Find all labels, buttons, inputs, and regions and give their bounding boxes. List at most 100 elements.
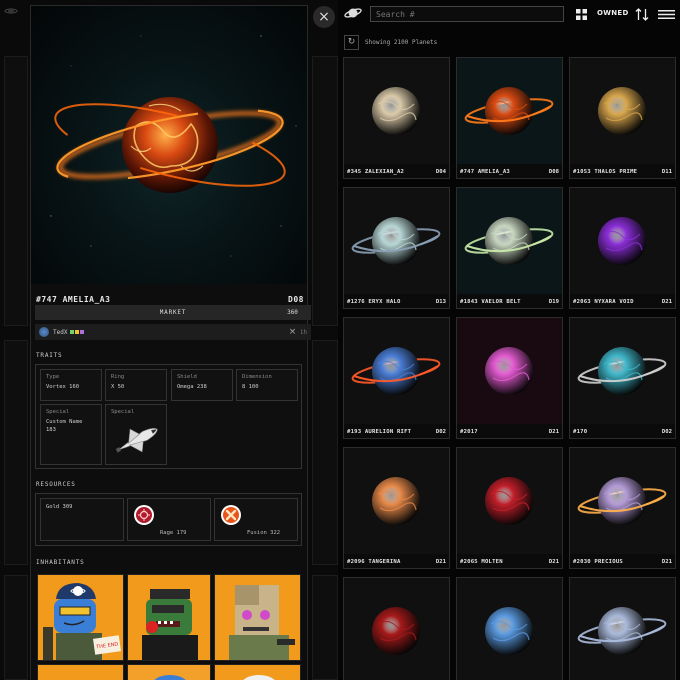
sort-icon[interactable] [635,8,649,21]
planet-card-label: #2017 [460,429,478,435]
planet-card-label: #2096 TANGERINA [347,559,401,565]
fusion-icon [221,505,241,525]
planet-card-label: #2063 NYXARA VOID [573,299,634,305]
inhabitant-card[interactable]: THE END [37,574,124,661]
results-count: Showing 2100 Planets [365,39,438,46]
planet-card-district: D04 [435,169,446,175]
background-card [312,56,338,326]
inhabitant-card[interactable] [214,664,301,680]
planet-image [570,58,675,164]
avatar [39,327,49,337]
planet-card[interactable]: #170 D02 [569,317,676,439]
planet-card[interactable]: #747 AMELIA_A3 D08 [456,57,563,179]
close-button[interactable]: × [313,6,335,28]
planet-image [457,318,562,424]
close-icon: × [318,9,330,25]
grid-icon[interactable] [576,9,587,20]
resource-label: Fusion 322 [247,530,281,536]
inhabitant-card[interactable] [214,574,301,661]
planet-card-district: D11 [661,169,672,175]
planet-card[interactable]: #2065 MOLTEN D21 [456,447,563,569]
planet-card-district: D19 [548,299,559,305]
owned-filter[interactable]: OWNED [597,9,629,17]
inhabitant-image [215,575,300,660]
refresh-button[interactable]: ↻ [344,35,359,50]
badge-icon [80,330,85,334]
planet-card[interactable]: #345 ZALEXIAN_A2 D04 [343,57,450,179]
planet-card[interactable]: #193 AURELION RIFT D02 [343,317,450,439]
planet-card[interactable]: #2030 PRECIOUS D21 [569,447,676,569]
planet-card-label: #747 AMELIA_A3 [460,169,510,175]
planet-card-label: #170 [573,429,588,435]
inhabitant-image [154,675,186,680]
shuttle-icon [115,427,158,453]
planet-illustration [50,35,297,257]
trait-cell: Dimension 8 100 [236,369,298,401]
planet-district: D08 [288,294,304,304]
planet-card-label: #2030 PRECIOUS [573,559,623,565]
view-360-button[interactable]: 360 [284,305,301,320]
inhabitant-image: THE END [38,575,123,660]
inhabitant-card[interactable] [37,664,124,680]
planet-card-district: D13 [435,299,446,305]
planet-hero-image [31,6,307,284]
resource-cell: Gold 309 [40,498,124,541]
planet-card[interactable] [343,577,450,680]
search-input[interactable] [370,6,564,22]
planet-card-district: D08 [548,169,559,175]
background-card [4,56,28,326]
trait-cell: Shield Omega 238 [171,369,233,401]
planet-card[interactable]: #1843 VAELOR BELT D19 [456,187,563,309]
planet-card[interactable] [456,577,563,680]
refresh-icon: ↻ [347,37,356,47]
planet-card-label: #1053 THALOS PRIME [573,169,638,175]
planet-card-district: D21 [548,559,559,565]
planet-image [457,578,562,680]
logo-icon [4,8,18,14]
inhabitant-card[interactable] [127,574,211,661]
planet-list-pane: OWNED ↻ Showing 2100 Planets #345 ZALEXI… [338,0,680,680]
inhabitant-card[interactable] [127,664,211,680]
planet-card-label: #193 AURELION RIFT [347,429,412,435]
planet-image [344,448,449,554]
trait-cell: Ring X 50 [105,369,167,401]
planet-card[interactable]: #2063 NYXARA VOID D21 [569,187,676,309]
planet-title: #747 AMELIA_A3 [36,294,111,304]
owner-row[interactable]: TedX 1h [35,324,311,340]
planet-card[interactable]: #1276 ERYX HALO D13 [343,187,450,309]
planet-card-district: D21 [661,299,672,305]
planet-image [344,318,449,424]
menu-icon[interactable] [658,10,675,19]
planet-card[interactable]: #1053 THALOS PRIME D11 [569,57,676,179]
planet-card[interactable] [569,577,676,680]
inhabitant-image [243,675,275,680]
dismiss-owner-button[interactable]: × [284,324,301,340]
planet-card-label: #1276 ERYX HALO [347,299,401,305]
planet-title-row: #747 AMELIA_A3 D08 [36,293,304,305]
traits-heading: TRAITS [36,352,63,359]
planet-image [344,188,449,294]
planet-card-district: D21 [435,559,446,565]
planet-image [570,578,675,680]
resource-label: Rage 179 [160,530,187,536]
resources-heading: RESOURCES [36,481,76,488]
rage-icon [134,505,154,525]
planet-card[interactable]: #2017 D21 [456,317,563,439]
badge-icon [75,330,80,334]
trait-cell: Special Custom Name 183 [40,404,102,465]
planet-card-district: D21 [661,559,672,565]
market-button[interactable]: MARKET [35,305,311,320]
planet-card[interactable]: #2096 TANGERINA D21 [343,447,450,569]
badge-icon [70,330,75,334]
planet-icon[interactable] [344,6,362,20]
planet-image [570,448,675,554]
planet-image [457,58,562,164]
planet-card-label: #345 ZALEXIAN_A2 [347,169,405,175]
inhabitant-image [128,575,210,660]
planet-card-district: D02 [435,429,446,435]
inhabitants-heading: INHABITANTS [36,559,85,566]
background-card [312,340,338,565]
planet-image [344,578,449,680]
planet-image [457,448,562,554]
planet-card-label: #1843 VAELOR BELT [460,299,521,305]
